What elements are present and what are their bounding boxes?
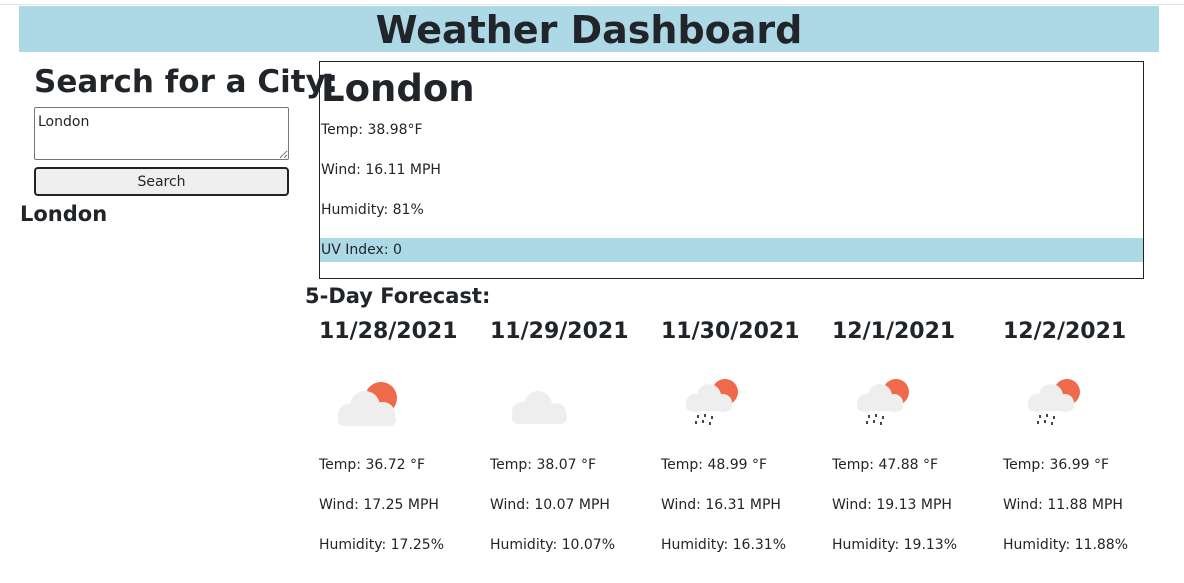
forecast-humidity: Humidity: 11.88% <box>1003 537 1129 553</box>
search-heading: Search for a City: <box>34 64 339 100</box>
uv-index: UV Index: 0 <box>321 242 402 258</box>
sun-rain-icon <box>1028 379 1080 425</box>
forecast-humidity: Humidity: 16.31% <box>661 537 787 553</box>
forecast-date: 11/30/2021 <box>661 319 800 344</box>
forecast-card: 11/30/2021 Temp: 48.99 °F Wind: 16.31 MP… <box>661 318 826 568</box>
forecast-temp: Temp: 47.88 °F <box>832 457 939 473</box>
forecast-humidity: Humidity: 10.07% <box>490 537 616 553</box>
sun-rain-icon <box>857 379 909 425</box>
forecast-wind: Wind: 19.13 MPH <box>832 497 952 513</box>
forecast-temp: Temp: 36.99 °F <box>1003 457 1110 473</box>
forecast-date: 11/28/2021 <box>319 319 458 344</box>
current-wind: Wind: 16.11 MPH <box>321 162 441 178</box>
forecast-card: 11/29/2021 Temp: 38.07 °F Wind: 10.07 MP… <box>490 318 655 568</box>
current-city-name: London <box>321 67 475 110</box>
city-search-input[interactable] <box>34 107 289 160</box>
search-button[interactable]: Search <box>34 167 289 196</box>
forecast-wind: Wind: 17.25 MPH <box>319 497 439 513</box>
forecast-heading: 5-Day Forecast: <box>305 284 491 308</box>
forecast-date: 12/2/2021 <box>1003 319 1127 344</box>
forecast-temp: Temp: 36.72 °F <box>319 457 426 473</box>
partly-cloudy-icon <box>338 382 397 426</box>
forecast-temp: Temp: 48.99 °F <box>661 457 768 473</box>
forecast-temp: Temp: 38.07 °F <box>490 457 597 473</box>
forecast-humidity: Humidity: 19.13% <box>832 537 958 553</box>
forecast-humidity: Humidity: 17.25% <box>319 537 445 553</box>
forecast-date: 11/29/2021 <box>490 319 629 344</box>
page-title: Weather Dashboard <box>375 8 803 52</box>
search-history-item[interactable]: London <box>20 200 107 228</box>
cloud-icon <box>512 391 567 424</box>
current-temp: Temp: 38.98°F <box>321 122 423 138</box>
uv-index-row: UV Index: 0 <box>320 238 1143 262</box>
sun-rain-icon <box>686 379 738 425</box>
current-humidity: Humidity: 81% <box>321 202 424 218</box>
forecast-wind: Wind: 10.07 MPH <box>490 497 610 513</box>
forecast-card: 12/2/2021 Temp: 36.99 °F Wind: 11.88 MPH… <box>1003 318 1168 568</box>
forecast-date: 12/1/2021 <box>832 319 956 344</box>
forecast-card: 11/28/2021 Temp: 36.72 °F Wind: 17.25 MP… <box>319 318 484 568</box>
current-weather-panel: London Temp: 38.98°F Wind: 16.11 MPH Hum… <box>319 61 1144 279</box>
forecast-wind: Wind: 16.31 MPH <box>661 497 781 513</box>
top-divider <box>0 4 1184 5</box>
page-header: Weather Dashboard <box>19 6 1159 52</box>
forecast-card: 12/1/2021 Temp: 47.88 °F Wind: 19.13 MPH… <box>832 318 997 568</box>
forecast-wind: Wind: 11.88 MPH <box>1003 497 1123 513</box>
